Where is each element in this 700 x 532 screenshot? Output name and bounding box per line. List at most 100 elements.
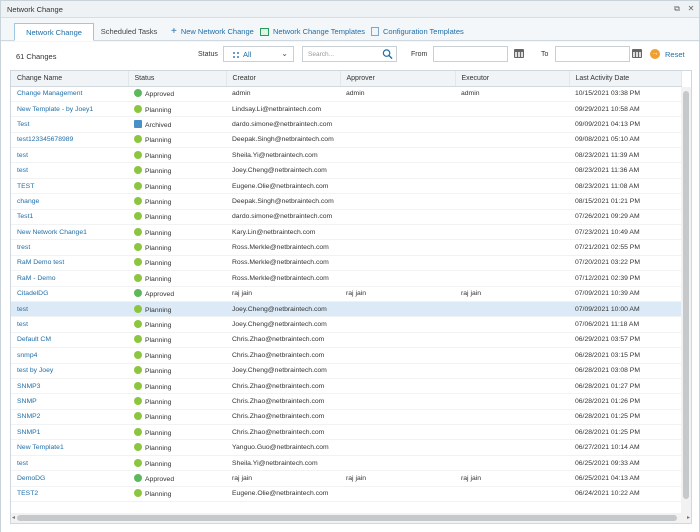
table-row[interactable]: RaM - Demo Planning Ross.Merkle@netbrainte… [11,270,681,287]
change-name-cell-text[interactable]: trest [17,244,30,251]
change-name-cell-text[interactable]: SNMP1 [17,429,40,436]
status-planning-icon [134,397,142,405]
table-row[interactable]: test Planning Joey.Cheng@netbraintech.com 0… [11,162,681,179]
change-name-cell-text[interactable]: test123345678989 [17,136,73,143]
table-row[interactable]: Test1 Planning dardo.simone@netbraintech.c… [11,209,681,226]
creator-cell: Sheila.Yi@netbraintech.com [226,455,340,472]
creator-cell-text: Deepak.Singh@netbraintech.com [232,136,334,144]
status-cell-text: Planning [145,183,172,191]
table-row[interactable]: Default CM Planning Chris.Zhao@netbraintec… [11,332,681,349]
table-row[interactable]: CitadelDG Approved raj jain raj jain raj jai… [11,286,681,302]
restore-icon[interactable]: ⧉ [672,4,682,14]
last-activity-date-cell: 06/24/2021 10:22 AM [569,486,681,503]
change-name-cell-text[interactable]: CitadelDG [17,290,48,297]
table-row[interactable]: RaM Demo test Planning Ross.Merkle@netbrai… [11,255,681,272]
column-header-executor[interactable]: Executor [455,71,570,87]
table-row[interactable]: New Network Change1 Planning Kary.Lin@netb… [11,224,681,241]
change-name-cell-text[interactable]: Test1 [17,213,33,220]
change-name-cell-text[interactable]: Default CM [17,336,51,343]
table-row[interactable]: New Template - by Joey1 Planning Lindsay.L… [11,101,681,118]
change-name-cell-text[interactable]: RaM - Demo [17,275,56,282]
horizontal-scrollbar[interactable]: ◂ ▸ [11,513,691,523]
change-name-cell: CitadelDG [11,286,128,302]
change-name-cell-text[interactable]: test [17,306,28,313]
calendar-icon[interactable] [514,49,524,58]
table-row[interactable]: test123345678989 Planning Deepak.Singh@net… [11,132,681,149]
change-name-cell-text[interactable]: change [17,198,39,205]
change-name-cell-text[interactable]: test [17,460,28,467]
table-row[interactable]: test Planning Sheila.Yi@netbraintech.com 06… [11,455,681,472]
change-name-cell-text[interactable]: SNMP2 [17,413,40,420]
scroll-right-icon[interactable]: ▸ [687,514,690,521]
change-name-cell-text[interactable]: DemoDG [17,475,45,482]
approver-cell [340,301,455,318]
creator-cell-text: Ross.Merkle@netbraintech.com [232,259,329,267]
status-approved-icon [134,289,142,298]
change-name-cell-text[interactable]: New Network Change1 [17,229,87,236]
table-row[interactable]: SNMP Planning Chris.Zhao@netbraintech.com 0… [11,393,681,410]
change-name-cell-text[interactable]: Change Management [17,90,82,97]
executor-cell [455,332,569,349]
change-name-cell-text[interactable]: test [17,152,28,159]
column-header-last-activity-date[interactable]: Last Activity Date [569,71,682,87]
table-row[interactable]: Change Management Approved admin admin admin… [11,86,681,102]
search-input[interactable]: Search... [302,46,397,62]
change-name-cell-text[interactable]: RaM Demo test [17,259,64,266]
approver-cell: raj jain [340,286,455,302]
tab-scheduled-tasks[interactable]: Scheduled Tasks [97,23,161,41]
change-name-cell-text[interactable]: SNMP3 [17,383,40,390]
change-name-cell: New Network Change1 [11,224,128,241]
table-row[interactable]: test by Joey Planning Joey.Cheng@netbraint… [11,363,681,379]
change-name-cell-text[interactable]: TEST [17,183,34,190]
table-row[interactable]: SNMP3 Planning Chris.Zhao@netbraintech.com… [11,378,681,395]
change-name-cell-text[interactable]: TEST2 [17,490,38,497]
column-header-change-name[interactable]: Change Name [11,71,129,87]
status-select[interactable]: All ⌄ [223,46,294,62]
table-row[interactable]: New Template1 Planning Yanguo.Guo@netbrain… [11,439,681,456]
table-row[interactable]: TEST Planning Eugene.Olie@netbraintech.com… [11,178,681,195]
search-icon[interactable] [382,48,393,60]
network-change-templates-button[interactable]: Network Change Templates [260,27,365,36]
status-cell-text: Planning [145,429,172,437]
close-icon[interactable]: ✕ [686,4,696,14]
column-header-status[interactable]: Status [128,71,227,87]
to-date-input[interactable] [555,46,630,62]
change-name-cell-text[interactable]: Test [17,121,29,128]
table-row[interactable]: trest Planning Ross.Merkle@netbraintech.co… [11,239,681,256]
status-filter-label: Status [198,51,218,58]
creator-cell-text: Chris.Zhao@netbraintech.com [232,336,325,344]
table-row[interactable]: test Planning Joey.Cheng@netbraintech.com 0… [11,301,681,318]
change-name-cell-text[interactable]: snmp4 [17,352,37,359]
vertical-scroll-thumb[interactable] [683,91,689,499]
change-name-cell-text[interactable]: New Template - by Joey1 [17,106,93,113]
table-row[interactable]: snmp4 Planning Chris.Zhao@netbraintech.com… [11,347,681,364]
status-planning-icon [134,320,142,329]
change-name-cell-text[interactable]: SNMP [17,398,37,405]
change-name-cell-text[interactable]: New Template1 [17,444,64,451]
scroll-left-icon[interactable]: ◂ [12,514,15,521]
calendar-icon[interactable] [632,49,642,58]
table-row[interactable]: SNMP1 Planning Chris.Zhao@netbraintech.com… [11,424,681,441]
change-name-cell-text[interactable]: test [17,167,28,174]
table-row[interactable]: SNMP2 Planning Chris.Zhao@netbraintech.com… [11,409,681,426]
change-name-cell-text[interactable]: test by Joey [17,367,53,374]
reset-button[interactable]: Reset [665,50,685,59]
table-row[interactable]: TEST2 Planning Eugene.Olie@netbraintech.co… [11,486,681,503]
title-bar: Network Change ⧉ ✕ [1,1,699,18]
horizontal-scroll-thumb[interactable] [17,515,677,521]
configuration-templates-button[interactable]: Configuration Templates [371,27,464,36]
tab-network-change[interactable]: Network Change [14,23,94,41]
table-row[interactable]: DemoDG Approved raj jain raj jain raj jain 06… [11,470,681,487]
change-name-cell-text[interactable]: test [17,321,28,328]
table-row[interactable]: change Planning Deepak.Singh@netbraintech.… [11,193,681,210]
last-activity-date-cell: 08/15/2021 01:21 PM [569,193,681,210]
new-network-change-button[interactable]: + New Network Change [171,26,254,36]
column-header-creator[interactable]: Creator [226,71,341,87]
reset-arrow-icon[interactable]: → [650,49,660,59]
table-row[interactable]: Test Archived dardo.simone@netbraintech.co… [11,116,681,133]
column-header-approver[interactable]: Approver [340,71,456,87]
from-date-input[interactable] [433,46,508,62]
table-row[interactable]: test Planning Sheila.Yi@netbraintech.com 08… [11,147,681,164]
table-row[interactable]: test Planning Joey.Cheng@netbraintech.com 0… [11,316,681,333]
vertical-scrollbar[interactable] [681,87,691,513]
